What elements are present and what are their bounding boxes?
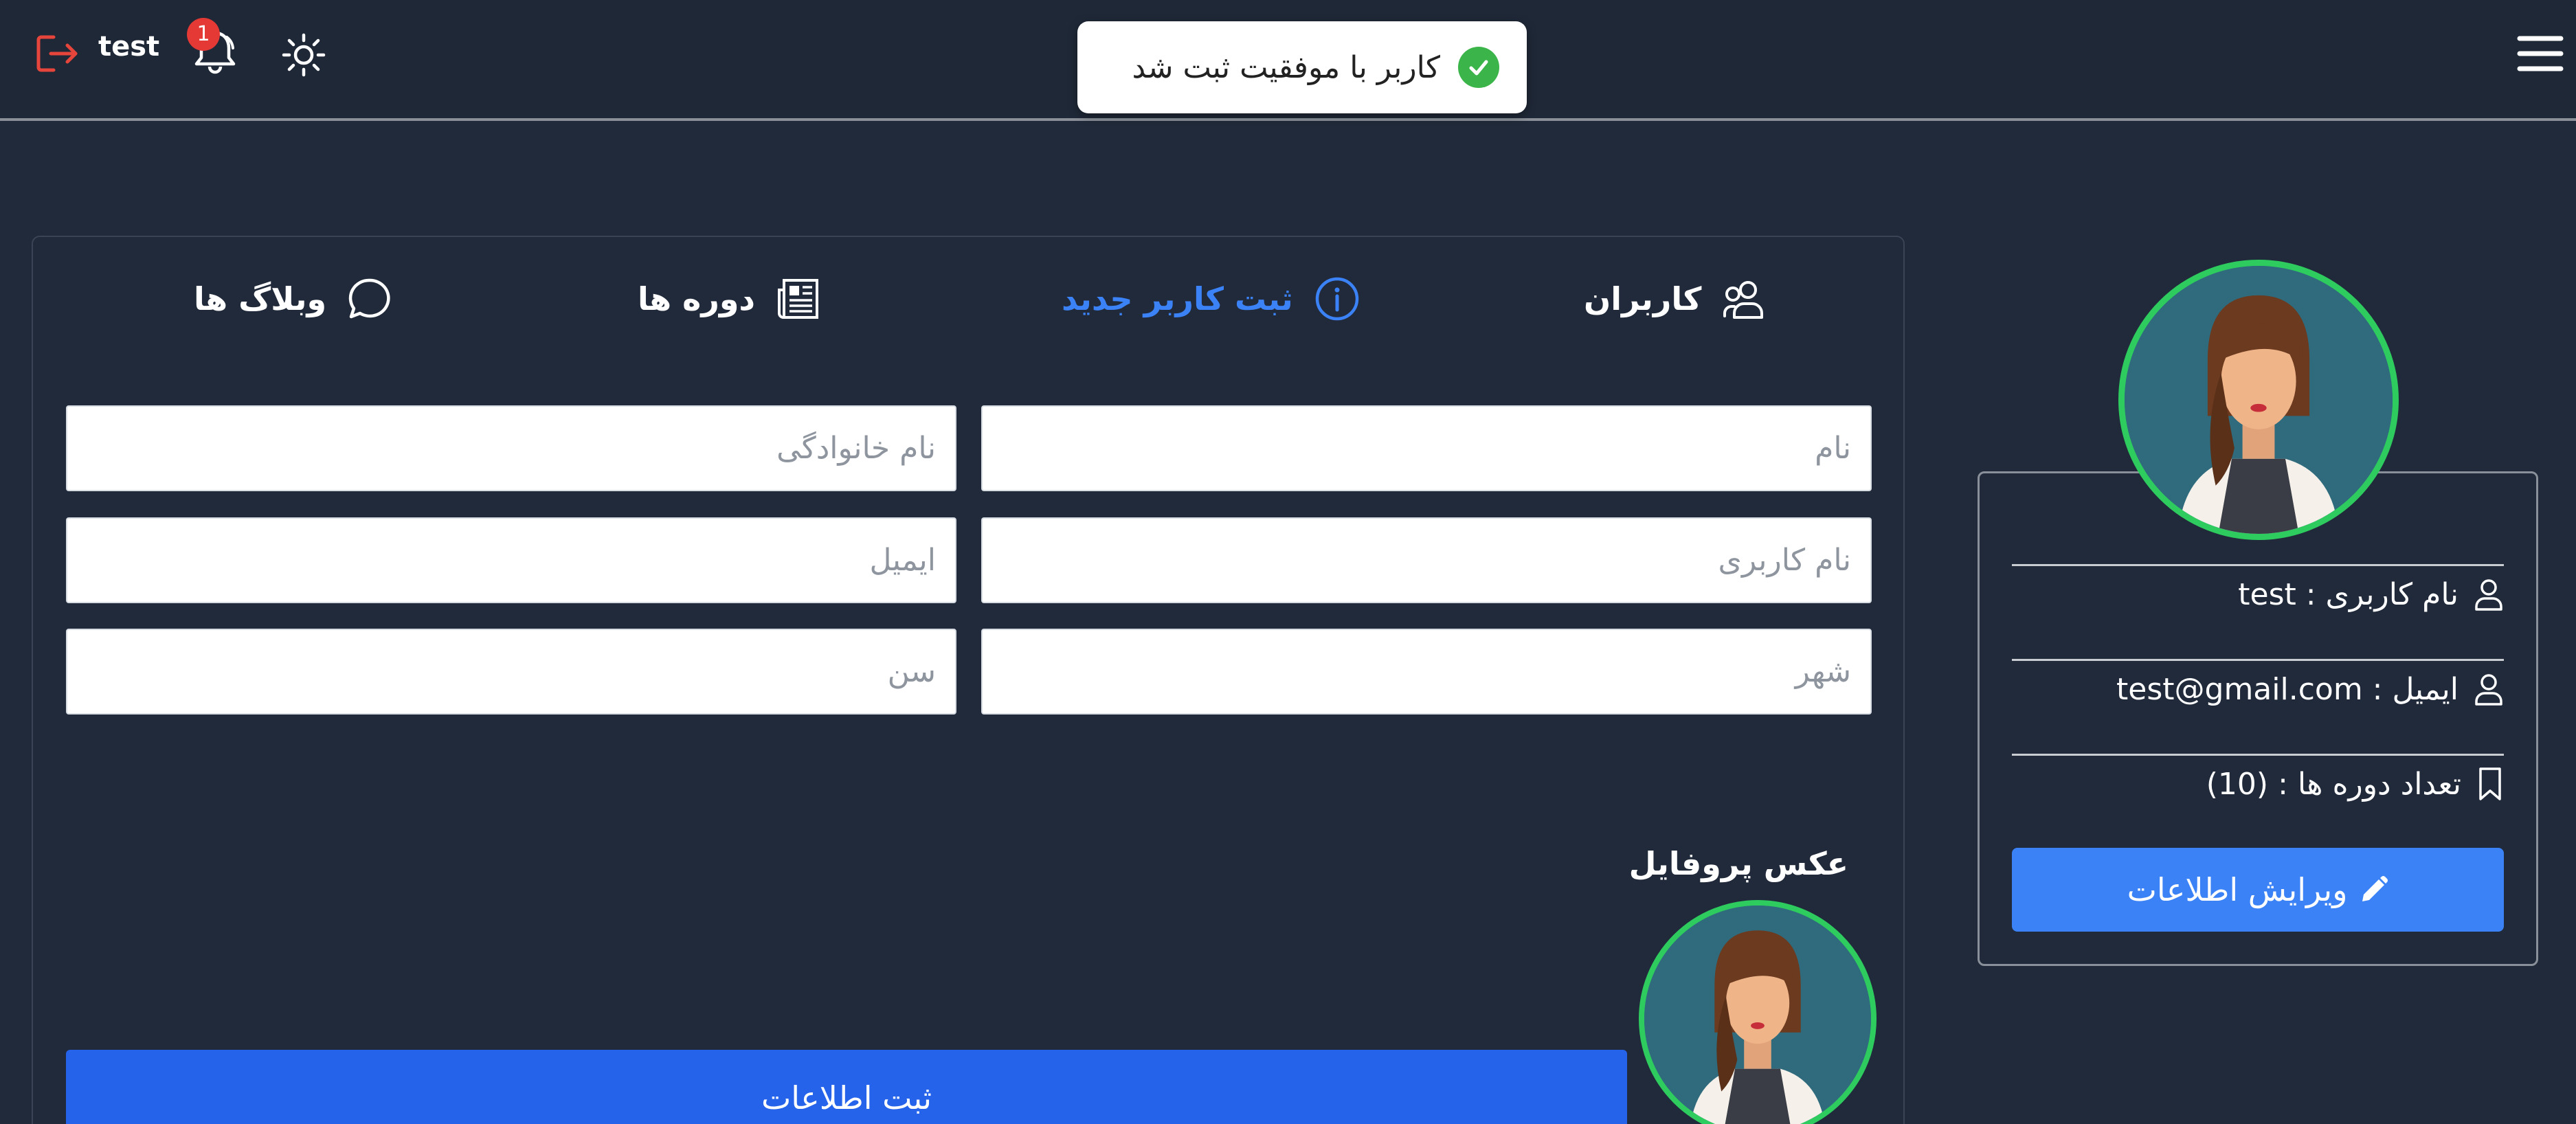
check-circle-icon (1458, 47, 1499, 88)
user-icon (2475, 579, 2502, 611)
info-icon (1315, 277, 1358, 321)
profile-course-count: تعداد دوره ها : (10) (2206, 766, 2461, 802)
hamburger-menu-icon[interactable] (2517, 34, 2564, 73)
tab-new-user-label: ثبت کاربر جدید (1062, 280, 1293, 317)
email-field[interactable] (66, 517, 956, 603)
edit-profile-button[interactable]: ویرایش اطلاعات (2012, 848, 2504, 932)
tab-users-label: کاربران (1584, 280, 1702, 317)
avatar-image (1644, 906, 1871, 1124)
profile-courses-row: تعداد دوره ها : (10) (2012, 760, 2504, 808)
users-icon (1723, 281, 1764, 319)
tab-blogs[interactable]: وبلاگ ها (194, 271, 392, 326)
profile-username-row: نام کاربری : test (2012, 570, 2504, 618)
last-name-field[interactable] (66, 405, 956, 491)
divider (2012, 754, 2504, 756)
pencil-icon (2362, 876, 2388, 901)
profile-username: نام کاربری : test (2238, 576, 2459, 612)
avatar-image (2125, 266, 2393, 534)
chat-bubble-icon (348, 278, 390, 319)
divider (2012, 659, 2504, 661)
notification-badge: 1 (187, 18, 220, 51)
user-icon (2475, 674, 2502, 706)
header-username: test (98, 31, 160, 63)
profile-avatar (2118, 260, 2399, 540)
tab-courses-label: دوره ها (638, 280, 756, 317)
sun-icon[interactable] (282, 33, 326, 77)
tab-new-user[interactable]: ثبت کاربر جدید (1062, 271, 1360, 326)
profile-photo-label: عکس پروفایل (1628, 845, 1848, 882)
edit-profile-label: ویرایش اطلاعات (2127, 871, 2348, 908)
username-field[interactable] (981, 517, 1872, 603)
newspaper-icon (778, 279, 819, 319)
profile-photo-upload[interactable] (1639, 900, 1877, 1124)
success-toast: کاربر با موفقیت ثبت شد (1077, 21, 1527, 113)
bookmark-icon (2479, 767, 2501, 800)
profile-email-row: ایمیل : test@gmail.com (2012, 665, 2504, 713)
logout-icon[interactable] (34, 33, 81, 74)
divider (2012, 564, 2504, 566)
first-name-field[interactable] (981, 405, 1872, 491)
city-field[interactable] (981, 629, 1872, 715)
tab-courses[interactable]: دوره ها (638, 271, 821, 326)
age-field[interactable] (66, 629, 956, 715)
tab-blogs-label: وبلاگ ها (194, 280, 327, 317)
submit-button[interactable]: ثبت اطلاعات (66, 1050, 1627, 1124)
profile-email: ایمیل : test@gmail.com (2116, 671, 2459, 707)
toast-message: کاربر با موفقیت ثبت شد (1132, 49, 1441, 85)
tab-users[interactable]: کاربران (1584, 271, 1769, 326)
